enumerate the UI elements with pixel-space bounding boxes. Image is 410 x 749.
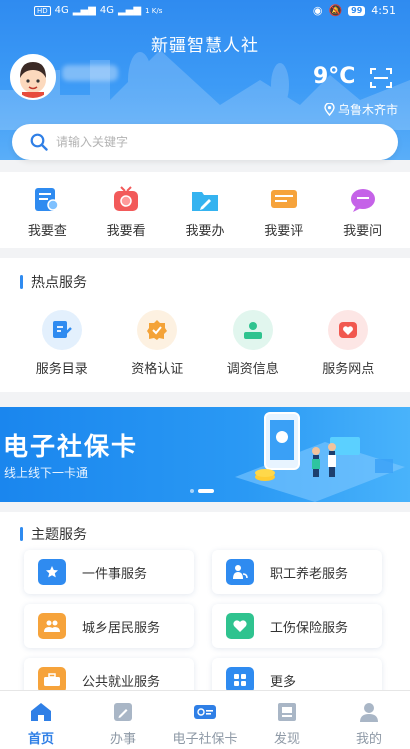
mute-icon: 🔕 <box>328 4 343 17</box>
hot-item-label: 调资信息 <box>226 362 279 377</box>
tab-services[interactable]: 办事 <box>83 691 163 749</box>
quick-item-label: 我要看 <box>106 224 146 239</box>
theme-item-label: 一件事服务 <box>82 566 148 582</box>
pen-doc-icon <box>114 703 132 721</box>
carrier-badge: HD <box>34 5 51 16</box>
folder-edit-icon <box>191 192 218 211</box>
theme-services-section: 主题服务 一件事服务 职工养老服务 城乡居民服务 工伤保险服务 公共就业服务 更… <box>0 512 410 702</box>
tab-discover[interactable]: 发现 <box>247 691 327 749</box>
banner-illustration-icon <box>235 412 405 502</box>
social-security-card-banner[interactable]: 电子社保卡 线上线下一卡通 <box>0 407 410 502</box>
home-icon <box>31 703 51 721</box>
tab-home[interactable]: 首页 <box>1 691 81 749</box>
location-text: 乌鲁木齐市 <box>337 103 398 117</box>
residents-icon <box>38 613 66 639</box>
elder-care-icon <box>226 559 254 585</box>
theme-item-injury-insurance[interactable]: 工伤保险服务 <box>212 604 382 648</box>
username-blurred <box>62 65 118 81</box>
clock: 4:51 <box>371 4 396 17</box>
hot-services-grid: 服务目录 资格认证 调资信息 服务网点 <box>0 310 410 377</box>
tab-mine[interactable]: 我的 <box>329 691 409 749</box>
status-bar: HD 4G ▂▄▆ 4G ▂▄▆ 1 K/s ◉ 🔕 99 4:51 <box>0 0 410 22</box>
section-title-text: 主题服务 <box>31 527 87 543</box>
tab-label: 首页 <box>27 732 54 747</box>
scan-icon[interactable] <box>370 67 392 89</box>
quick-item-label: 我要查 <box>27 224 67 239</box>
signal-2: 4G <box>99 5 114 16</box>
tab-label: 电子社保卡 <box>172 732 238 747</box>
theme-item-label: 职工养老服务 <box>270 566 349 582</box>
person-card-icon <box>232 310 273 350</box>
theme-item-employee-pension[interactable]: 职工养老服务 <box>212 550 382 594</box>
tv-icon <box>114 186 139 211</box>
hot-item-certification[interactable]: 资格认证 <box>117 310 197 377</box>
heart-shield-icon <box>328 310 369 350</box>
tab-e-card[interactable]: 电子社保卡 <box>165 691 245 749</box>
theme-item-label: 城乡居民服务 <box>82 620 161 636</box>
quick-item-view[interactable]: 我要看 <box>91 172 161 248</box>
user-icon <box>360 703 378 722</box>
quick-item-query[interactable]: 我要查 <box>12 172 82 248</box>
temperature: 9°C <box>313 64 356 89</box>
section-title-bar <box>20 527 23 541</box>
theme-item-one-thing[interactable]: 一件事服务 <box>24 550 194 594</box>
comment-icon <box>270 190 297 208</box>
app-title: 新疆智慧人社 <box>151 36 259 56</box>
heart-icon <box>226 613 254 639</box>
hot-item-label: 资格认证 <box>131 362 184 377</box>
discover-icon <box>278 703 296 721</box>
pagination-dot[interactable] <box>190 489 194 493</box>
theme-item-label: 更多 <box>270 674 297 690</box>
card-icon <box>194 705 216 719</box>
theme-item-label: 工伤保险服务 <box>270 620 349 636</box>
quick-actions: 我要查 我要看 我要办 我要评 我要问 <box>0 172 410 248</box>
battery-indicator: 99 <box>348 5 366 16</box>
avatar[interactable] <box>10 54 56 100</box>
banner-subtitle: 线上线下一卡通 <box>4 466 89 480</box>
location-pin-icon <box>324 103 335 116</box>
search-bar[interactable] <box>12 124 398 160</box>
badge-check-icon <box>137 310 178 350</box>
catalog-icon <box>41 310 82 350</box>
chat-icon <box>350 189 375 212</box>
theme-item-residents[interactable]: 城乡居民服务 <box>24 604 194 648</box>
tab-label: 办事 <box>109 732 136 747</box>
hot-item-salary-info[interactable]: 调资信息 <box>213 310 293 377</box>
banner-title: 电子社保卡 <box>3 432 139 461</box>
location[interactable]: 乌鲁木齐市 <box>324 101 398 118</box>
search-doc-icon <box>35 188 60 211</box>
nfc-icon: ◉ <box>312 4 323 17</box>
theme-services-grid: 一件事服务 职工养老服务 城乡居民服务 工伤保险服务 公共就业服务 更多 <box>24 550 386 702</box>
hot-services-section: 热点服务 服务目录 资格认证 调资信息 服务网点 <box>0 258 410 392</box>
banner-pagination <box>190 489 214 493</box>
section-title-bar <box>20 275 23 289</box>
signal-icon: ▂▄▆ <box>117 5 142 16</box>
star-doc-icon <box>38 559 66 585</box>
tab-label: 我的 <box>355 732 382 747</box>
bottom-tab-bar: 首页 办事 电子社保卡 发现 我的 <box>0 690 410 749</box>
section-title: 热点服务 <box>20 272 87 292</box>
hot-item-catalog[interactable]: 服务目录 <box>22 310 102 377</box>
signal-icon: ▂▄▆ <box>72 5 96 16</box>
tab-label: 发现 <box>273 732 300 747</box>
hot-item-label: 服务网点 <box>322 362 375 377</box>
theme-item-label: 公共就业服务 <box>82 674 161 690</box>
quick-item-ask[interactable]: 我要问 <box>328 172 398 248</box>
hot-item-label: 服务目录 <box>35 362 88 377</box>
quick-item-label: 我要办 <box>185 224 225 239</box>
section-title: 主题服务 <box>20 524 87 544</box>
search-input[interactable] <box>56 135 356 149</box>
avatar-face-icon <box>20 62 46 98</box>
section-title-text: 热点服务 <box>31 275 87 291</box>
search-icon <box>30 133 48 151</box>
quick-item-label: 我要评 <box>264 224 304 239</box>
pagination-dot-active[interactable] <box>198 489 214 493</box>
quick-item-label: 我要问 <box>343 224 383 239</box>
hot-item-service-outlets[interactable]: 服务网点 <box>308 310 388 377</box>
net-speed: 1 K/s <box>145 6 163 15</box>
signal-1: 4G <box>54 5 69 16</box>
quick-item-handle[interactable]: 我要办 <box>170 172 240 248</box>
quick-item-rate[interactable]: 我要评 <box>249 172 319 248</box>
